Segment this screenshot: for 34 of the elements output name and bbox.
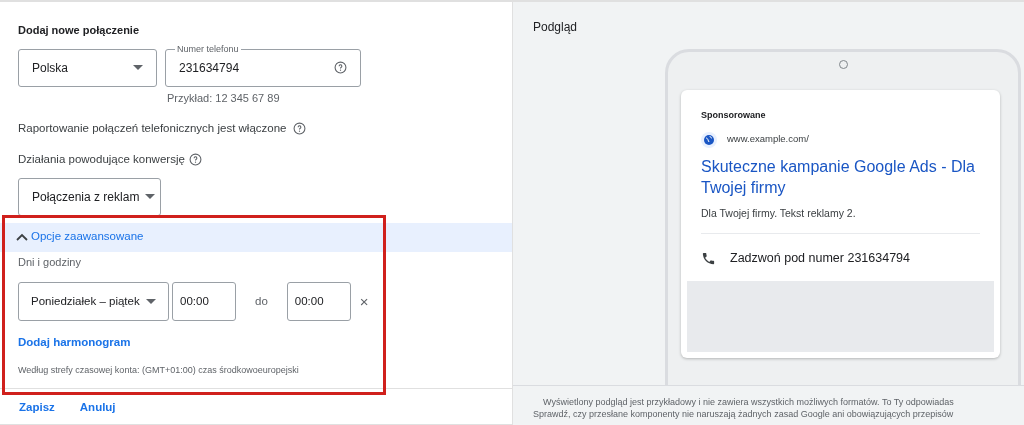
timezone-note: Według strefy czasowej konta: (GMT+01:00) czas środkowoeuropejski [18, 364, 300, 378]
time-field[interactable]: 00:00 [286, 282, 351, 321]
caret-icon [133, 65, 143, 70]
ad-url: www.example.com/ [727, 132, 809, 147]
country-dropdown[interactable]: Polska [18, 48, 157, 87]
sponsored-label: Sponsorowane [701, 109, 767, 122]
to-label: do [255, 293, 268, 309]
caret-icon [145, 194, 156, 199]
help-icon[interactable] [188, 153, 202, 167]
ad-description: Dla Twojej firmy. Tekst reklamy 2. [701, 205, 857, 221]
advanced-options-toggle[interactable]: Opcje zaawansowane [0, 222, 512, 252]
help-icon[interactable] [334, 61, 347, 74]
schedule-label: Dni i godziny [18, 254, 82, 270]
help-icon[interactable] [292, 122, 306, 136]
example-hint: Przykład: 12 345 67 89 [167, 90, 281, 106]
phone-icon [701, 251, 716, 267]
remove-button[interactable]: × [359, 294, 369, 309]
chevron-icon [16, 233, 28, 241]
action-link[interactable]: Zapisz [19, 398, 55, 416]
add-schedule-link[interactable]: Dodaj harmonogram [18, 334, 131, 352]
globe-icon [701, 131, 717, 148]
time-field[interactable]: 00:00 [172, 282, 236, 321]
caret-icon [146, 299, 156, 304]
call-text: Zadzwoń pod numer 231634794 [730, 250, 910, 268]
disclaimer-text: Wyświetlony podgląd jest przykładowy i nie zawiera wszystkich możliwych formatów. To Ty odpowiadas [542, 396, 955, 408]
disclaimer-text: Sprawdź, czy przesłane komponenty nie naruszają żadnych zasad Google ani obowiązujących przepisów [533, 408, 955, 420]
conversion-label: Działania powodujące konwersję [18, 152, 185, 168]
section-title: Dodaj nowe połączenie [18, 23, 141, 38]
preview-title: Podgląd [532, 19, 579, 36]
reporting-text: Raportowanie połączeń telefonicznych jest włączone [18, 121, 287, 136]
days-dropdown[interactable]: Poniedziałek – piątek [18, 282, 169, 321]
action-link[interactable]: Anuluj [79, 398, 116, 416]
ad-headline[interactable]: Skuteczne kampanie Google Ads - Dla Twojej firmy [701, 155, 980, 198]
conversion-dropdown[interactable]: Połączenia z reklam [18, 177, 161, 216]
